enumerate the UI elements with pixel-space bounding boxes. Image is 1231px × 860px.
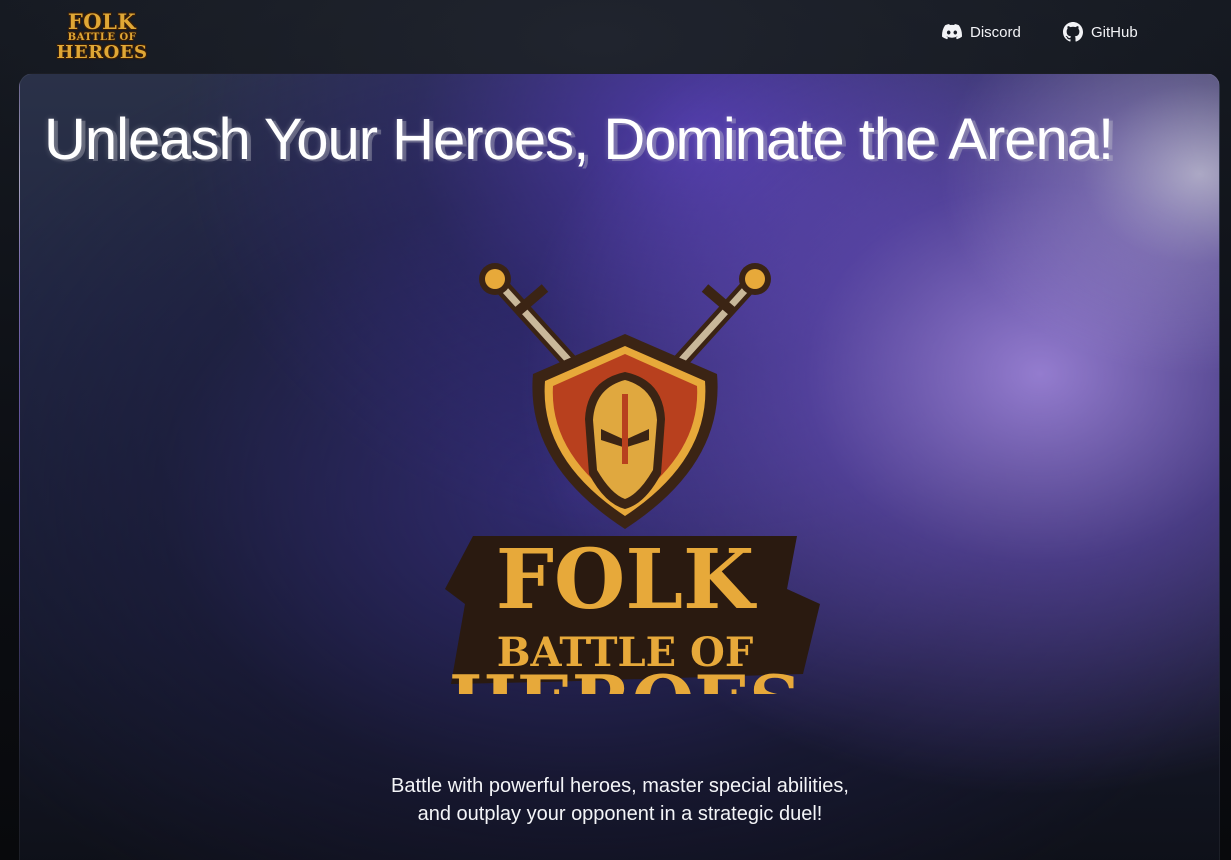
brand-logo[interactable]: FOLK BATTLE OF HEROES xyxy=(52,8,152,64)
game-logo: FOLK BATTLE OF HEROES xyxy=(425,254,825,744)
logo-title-line1: FOLK xyxy=(496,532,757,628)
top-nav-bar: FOLK BATTLE OF HEROES Discord GitHub xyxy=(0,0,1231,70)
discord-icon xyxy=(942,24,962,40)
brand-logo-line2: BATTLE OF xyxy=(67,31,137,43)
page: FOLK BATTLE OF HEROES Discord GitHub Unl… xyxy=(0,0,1231,860)
hero-section: Unleash Your Heroes, Dominate the Arena! xyxy=(19,73,1220,860)
github-link-label: GitHub xyxy=(1091,23,1138,41)
github-icon xyxy=(1063,22,1083,42)
discord-link[interactable]: Discord xyxy=(942,20,1021,44)
hero-tagline: Battle with powerful heroes, master spec… xyxy=(220,772,1020,828)
hero-tagline-line1: Battle with powerful heroes, master spec… xyxy=(391,775,849,797)
discord-link-label: Discord xyxy=(970,23,1021,41)
logo-title-line3: HEROES xyxy=(449,659,801,694)
hero-tagline-line2: and outplay your opponent in a strategic… xyxy=(417,803,823,825)
brand-logo-line1: FOLK xyxy=(67,8,137,34)
game-logo-emblem: FOLK BATTLE OF HEROES xyxy=(445,263,820,744)
hero-title: Unleash Your Heroes, Dominate the Arena! xyxy=(44,107,1114,172)
brand-logo-line3: HEROES xyxy=(56,41,148,63)
github-link[interactable]: GitHub xyxy=(1063,20,1138,44)
